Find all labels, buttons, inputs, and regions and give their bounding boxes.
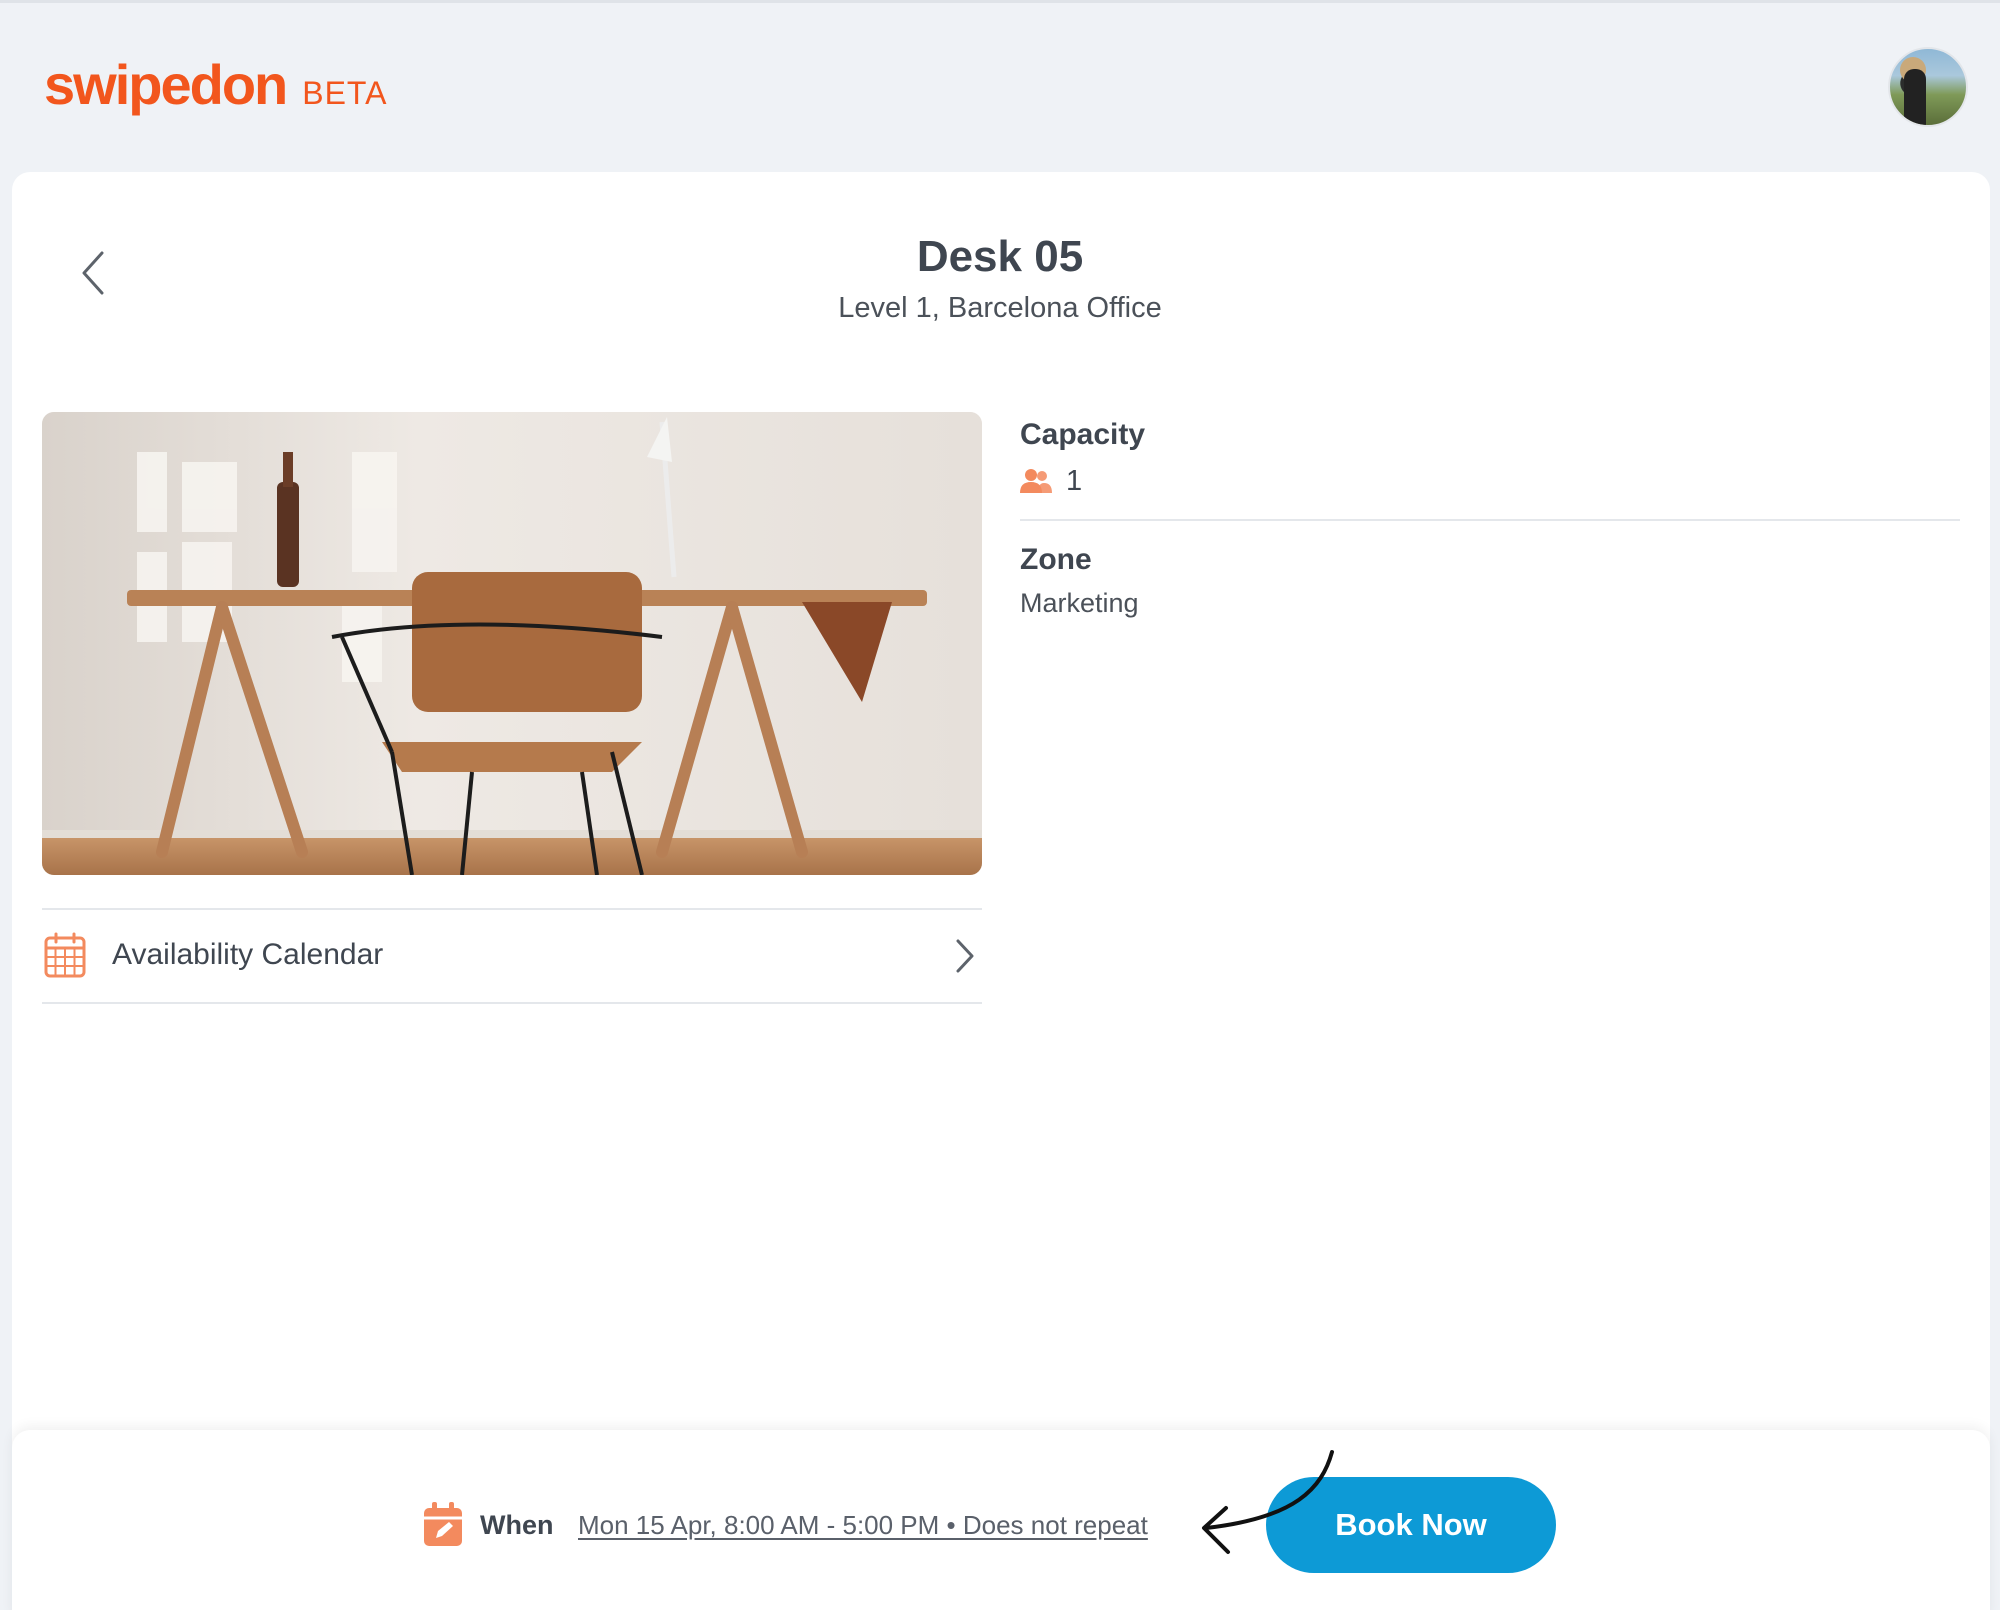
annotation-arrow-icon [1202,1450,1334,1554]
avatar-figure [1904,69,1926,125]
title-block: Desk 05 Level 1, Barcelona Office [0,232,2000,325]
resource-card [12,172,1990,1610]
app-header: swipedon BETA [0,0,2000,170]
desk-photo [42,412,982,875]
page-title: Desk 05 [916,232,1084,281]
swipedon-logo[interactable]: swipedon BETA [44,52,387,117]
capacity-label: Capacity [1020,418,1146,451]
capacity-value: 1 [1066,465,1083,497]
desk-illustration [42,412,982,875]
availability-divider [42,1002,982,1004]
resource-location: Level 1, Barcelona Office [838,292,1162,324]
booking-time-link[interactable]: Mon 15 Apr, 8:00 AM - 5:00 PM • Does not… [578,1510,1148,1541]
calendar-icon [44,932,86,978]
capacity-divider [1020,519,1960,521]
people-icon [1020,469,1052,493]
zone-label: Zone [1020,543,1092,576]
chevron-right-icon [956,939,974,973]
zone-value: Marketing [1020,588,1139,618]
availability-calendar-row[interactable]: Availability Calendar [42,910,982,1002]
user-avatar[interactable] [1888,47,1968,127]
availability-calendar-label: Availability Calendar [112,938,384,971]
when-label: When [480,1510,554,1540]
calendar-edit-icon [424,1502,462,1546]
beta-badge: BETA [302,75,388,111]
logo-wordmark: swipedon [44,53,288,116]
